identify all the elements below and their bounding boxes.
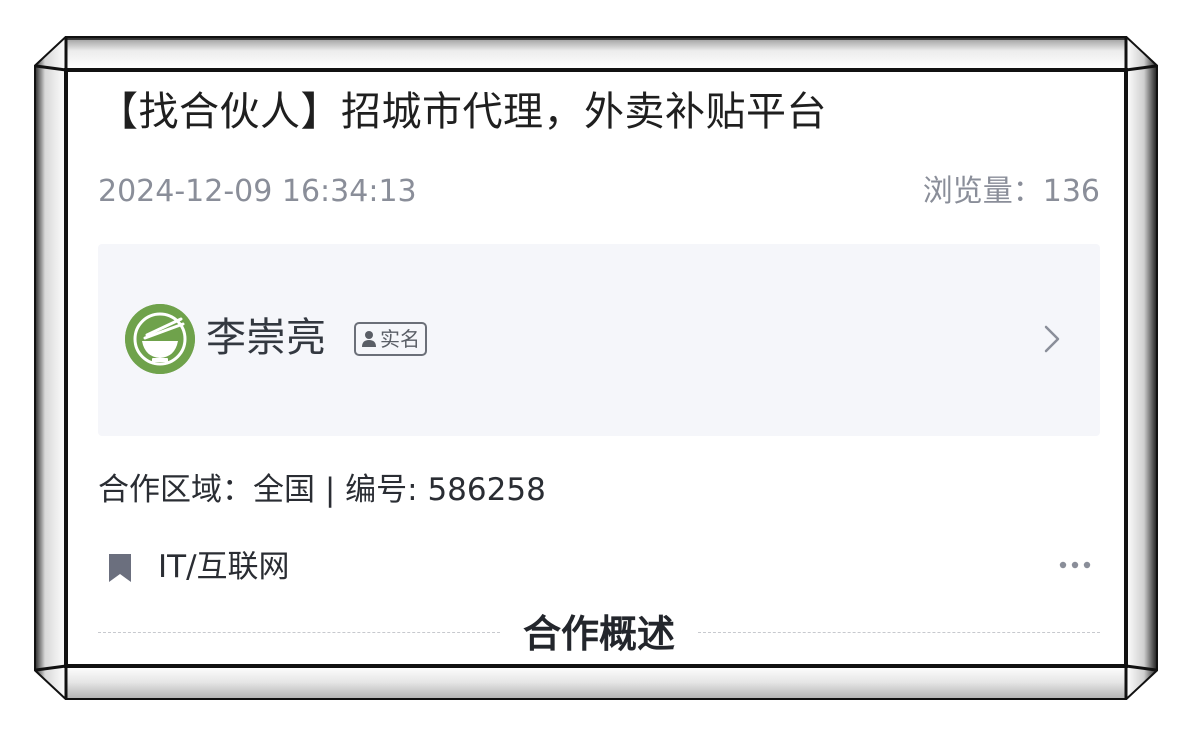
screenshot-stage: 【找合伙人】招城市代理，外卖补贴平台 2024-12-09 16:34:13 浏… (0, 0, 1191, 738)
bowl-chopsticks-icon (125, 304, 195, 374)
post-detail-panel: 【找合伙人】招城市代理，外卖补贴平台 2024-12-09 16:34:13 浏… (98, 70, 1100, 666)
post-title: 【找合伙人】招城市代理，外卖补贴平台 (98, 89, 827, 135)
person-icon (362, 331, 376, 347)
more-icon[interactable] (1058, 558, 1092, 572)
verified-label: 实名 (380, 327, 420, 351)
view-count: 浏览量：136 (922, 174, 1100, 209)
section-title: 合作概述 (522, 612, 675, 656)
section-header: 合作概述 (98, 606, 1100, 666)
author-name: 李崇亮 (206, 315, 326, 361)
verified-badge: 实名 (354, 322, 427, 356)
bookmark-icon (109, 554, 131, 582)
category-row: IT/互联网 (98, 544, 1100, 594)
author-card[interactable]: 李崇亮 实名 (98, 244, 1100, 436)
category-label: IT/互联网 (158, 549, 290, 585)
cooperation-info: 合作区域：全国 | 编号: 586258 (98, 472, 546, 508)
divider-right (698, 632, 1100, 633)
post-timestamp: 2024-12-09 16:34:13 (98, 174, 417, 209)
chevron-right-icon[interactable] (1040, 322, 1064, 356)
